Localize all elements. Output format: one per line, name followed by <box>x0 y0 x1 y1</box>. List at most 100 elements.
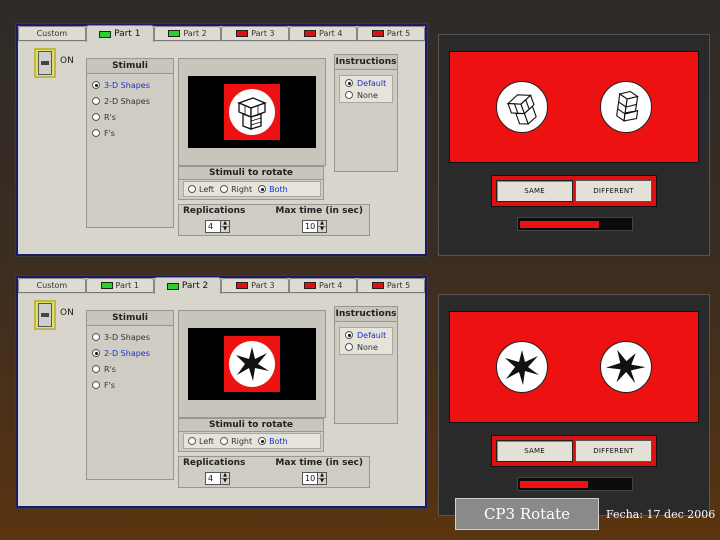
switch-icon <box>38 303 52 327</box>
instructions-title: Instructions <box>335 55 397 70</box>
replications-value[interactable]: 4 <box>205 472 221 485</box>
radio-both[interactable]: Both <box>258 183 288 195</box>
radio-3d-shapes[interactable]: 3-D Shapes <box>87 77 173 93</box>
tab-part-1[interactable]: Part 1 <box>85 278 154 293</box>
radio-icon <box>92 97 100 105</box>
different-button[interactable]: DIFFERENT <box>575 180 652 202</box>
tab-custom[interactable]: Custom <box>18 26 86 41</box>
slide-caption: CP3 Rotate <box>455 498 599 530</box>
radio-left[interactable]: Left <box>188 183 214 195</box>
green-led-icon <box>100 282 113 289</box>
tab-custom[interactable]: Custom <box>18 278 86 293</box>
answer-buttons: SAME DIFFERENT <box>491 175 657 207</box>
tab-part-5[interactable]: Part 5 <box>357 278 425 293</box>
timing-group: Replications Max time (in sec) 4 ▲ ▼ 10 ▲… <box>178 204 370 236</box>
max-time-label: Max time (in sec) <box>275 206 363 216</box>
cube-stack-icon <box>229 89 275 135</box>
green-led-icon <box>168 30 181 37</box>
tab-part-4[interactable]: Part 4 <box>289 278 358 293</box>
tab-part-3[interactable]: Part 3 <box>221 278 290 293</box>
radio-2d-shapes[interactable]: 2-D Shapes <box>87 345 173 361</box>
radio-fs[interactable]: F's <box>87 377 173 393</box>
radio-fs[interactable]: F's <box>87 125 173 141</box>
radio-selected-icon <box>92 81 100 89</box>
tab-label: Part 3 <box>251 29 275 38</box>
same-button[interactable]: SAME <box>496 180 573 202</box>
stimulus-preview <box>178 310 326 418</box>
stimulus-stage <box>449 51 699 163</box>
radio-right[interactable]: Right <box>220 183 252 195</box>
radio-icon <box>345 343 353 351</box>
down-arrow-icon[interactable]: ▼ <box>221 226 229 232</box>
tab-label: Part 1 <box>114 29 141 39</box>
tab-part-3[interactable]: Part 3 <box>221 26 290 41</box>
tab-part-5[interactable]: Part 5 <box>357 26 425 41</box>
radio-default[interactable]: Default <box>340 77 392 89</box>
radio-label: 3-D Shapes <box>104 80 150 90</box>
radio-label: F's <box>104 380 115 390</box>
power-toggle-switch[interactable] <box>34 48 56 78</box>
red-led-icon <box>371 282 384 289</box>
tab-label: Part 2 <box>183 29 207 38</box>
replications-value[interactable]: 4 <box>205 220 221 233</box>
radio-rs[interactable]: R's <box>87 109 173 125</box>
radio-3d-shapes[interactable]: 3-D Shapes <box>87 329 173 345</box>
max-time-value[interactable]: 10 <box>302 220 318 233</box>
tab-label: Part 1 <box>115 281 139 290</box>
tab-part-1[interactable]: Part 1 <box>85 25 154 42</box>
radio-icon <box>220 437 229 445</box>
radio-label: Left <box>199 436 215 446</box>
radio-label: Default <box>357 78 387 88</box>
instructions-group: Instructions Default None <box>334 306 398 424</box>
tab-label: Part 5 <box>386 29 411 38</box>
replications-stepper[interactable]: 4 ▲ ▼ <box>205 472 230 485</box>
radio-2d-shapes[interactable]: 2-D Shapes <box>87 93 173 109</box>
tab-label: Custom <box>36 29 68 38</box>
radio-selected-icon <box>258 437 267 445</box>
down-arrow-icon[interactable]: ▼ <box>318 226 326 232</box>
radio-icon <box>220 185 229 193</box>
power-label: ON <box>60 308 74 318</box>
power-toggle-switch[interactable] <box>34 300 56 330</box>
radio-rs[interactable]: R's <box>87 361 173 377</box>
tab-label: Part 5 <box>386 281 411 290</box>
radio-left[interactable]: Left <box>188 435 214 447</box>
max-time-value[interactable]: 10 <box>302 472 318 485</box>
green-led-icon <box>166 282 179 290</box>
radio-right[interactable]: Right <box>220 435 252 447</box>
rotate-title: Stimuli to rotate <box>179 167 323 180</box>
tab-part-2[interactable]: Part 2 <box>153 277 222 294</box>
down-arrow-icon[interactable]: ▼ <box>318 478 326 484</box>
cube-stack-icon <box>496 81 548 133</box>
replications-stepper[interactable]: 4 ▲ ▼ <box>205 220 230 233</box>
radio-none[interactable]: None <box>340 341 392 353</box>
task-screen-3d: SAME DIFFERENT <box>438 34 710 256</box>
max-time-stepper[interactable]: 10 ▲ ▼ <box>302 472 327 485</box>
replications-label: Replications <box>183 206 246 216</box>
down-arrow-icon[interactable]: ▼ <box>221 478 229 484</box>
star-shape-icon <box>496 341 548 393</box>
same-button[interactable]: SAME <box>496 440 573 462</box>
radio-label: 3-D Shapes <box>104 332 150 342</box>
radio-icon <box>92 129 100 137</box>
stimuli-group: Stimuli 3-D Shapes 2-D Shapes R's F's <box>86 310 174 480</box>
radio-label: Right <box>231 436 253 446</box>
settings-panel-part-2: Custom Part 1 Part 2 Part 3 Part 4 Part … <box>16 276 427 508</box>
radio-label: Left <box>199 184 215 194</box>
radio-label: Right <box>231 184 253 194</box>
radio-default[interactable]: Default <box>340 329 392 341</box>
tab-part-2[interactable]: Part 2 <box>153 26 222 41</box>
radio-label: Default <box>357 330 387 340</box>
radio-none[interactable]: None <box>340 89 392 101</box>
radio-both[interactable]: Both <box>258 435 288 447</box>
radio-label: F's <box>104 128 115 138</box>
different-button[interactable]: DIFFERENT <box>575 440 652 462</box>
task-screen-2d: SAME DIFFERENT <box>438 294 710 516</box>
radio-label: None <box>357 342 378 352</box>
tab-part-4[interactable]: Part 4 <box>289 26 358 41</box>
max-time-stepper[interactable]: 10 ▲ ▼ <box>302 220 327 233</box>
timing-group: Replications Max time (in sec) 4 ▲ ▼ 10 ▲… <box>178 456 370 488</box>
stimuli-title: Stimuli <box>87 311 173 326</box>
answer-buttons: SAME DIFFERENT <box>491 435 657 467</box>
radio-selected-icon <box>92 349 100 357</box>
